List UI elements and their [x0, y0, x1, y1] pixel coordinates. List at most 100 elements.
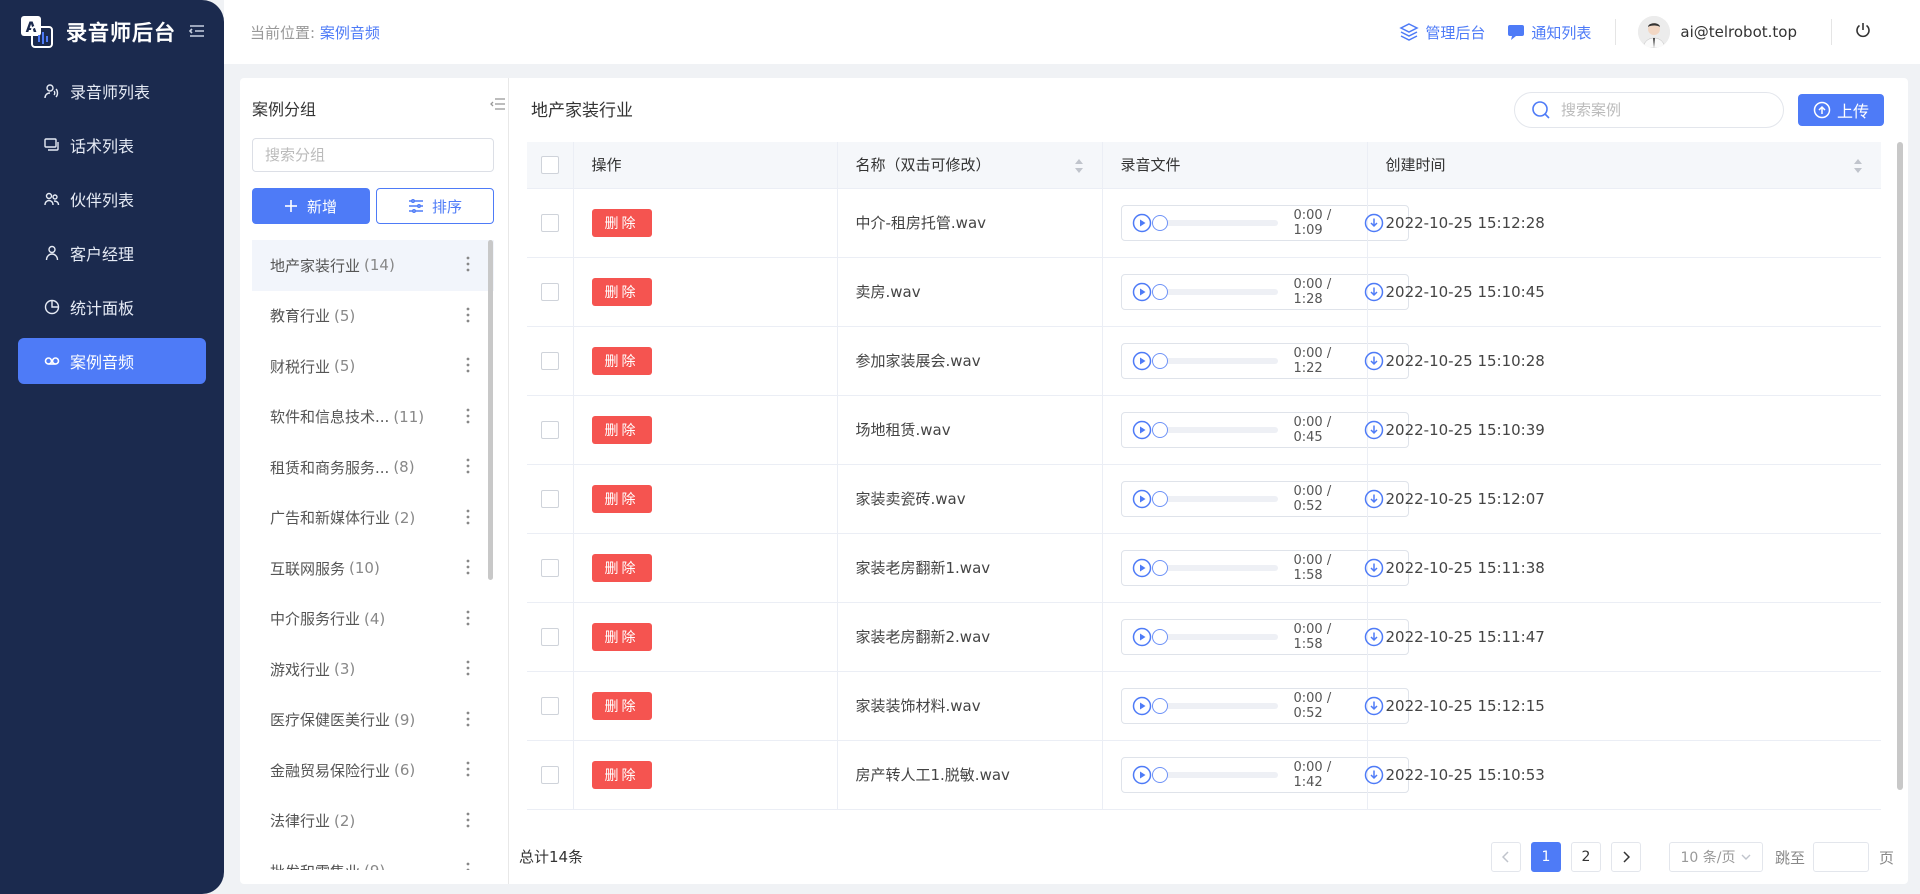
next-page-button[interactable] — [1611, 842, 1641, 872]
more-vertical-icon[interactable] — [466, 761, 470, 777]
row-checkbox[interactable] — [541, 696, 559, 715]
delete-button[interactable]: 删除 — [591, 760, 652, 789]
more-vertical-icon[interactable] — [466, 256, 470, 272]
group-item[interactable]: 游戏行业 (3) — [252, 644, 494, 695]
row-checkbox[interactable] — [541, 351, 559, 370]
play-icon[interactable] — [1132, 420, 1152, 440]
row-checkbox[interactable] — [541, 558, 559, 577]
audio-progress-knob[interactable] — [1151, 421, 1168, 438]
group-item[interactable]: 广告和新媒体行业 (2) — [252, 493, 494, 544]
play-icon[interactable] — [1132, 627, 1152, 647]
more-vertical-icon[interactable] — [466, 711, 470, 727]
audio-progress-bar[interactable] — [1151, 766, 1278, 783]
sort-caret-icon[interactable] — [1853, 158, 1863, 174]
more-vertical-icon[interactable] — [466, 660, 470, 676]
row-name-cell[interactable]: 卖房.wav — [837, 257, 1103, 327]
column-header-name[interactable]: 名称（双击可修改） — [837, 142, 1103, 189]
play-icon[interactable] — [1132, 765, 1152, 785]
more-vertical-icon[interactable] — [466, 610, 470, 626]
sidebar-item-scripts[interactable]: 话术列表 — [18, 122, 206, 168]
audio-progress-knob[interactable] — [1151, 490, 1168, 507]
sidebar-item-case-audio[interactable]: 案例音频 — [18, 338, 206, 384]
sidebar-item-managers[interactable]: 客户经理 — [18, 230, 206, 276]
upload-button[interactable]: 上传 — [1798, 94, 1884, 126]
group-item[interactable]: 互联网服务 (10) — [252, 543, 494, 594]
delete-button[interactable]: 删除 — [591, 208, 652, 237]
play-icon[interactable] — [1132, 213, 1152, 233]
row-name-cell[interactable]: 场地租赁.wav — [837, 395, 1103, 465]
group-search-input[interactable] — [252, 138, 494, 172]
notice-link[interactable]: 通知列表 — [1507, 22, 1591, 43]
menu-collapse-icon[interactable] — [188, 22, 206, 40]
power-icon[interactable] — [1854, 21, 1872, 43]
jump-page-input[interactable] — [1813, 842, 1870, 872]
group-scrollbar[interactable] — [488, 240, 493, 580]
row-checkbox[interactable] — [541, 627, 559, 646]
sidebar-item-partners[interactable]: 伙伴列表 — [18, 176, 206, 222]
row-checkbox[interactable] — [541, 282, 559, 301]
page-button-2[interactable]: 2 — [1571, 842, 1601, 872]
delete-button[interactable]: 删除 — [591, 622, 652, 651]
play-icon[interactable] — [1132, 351, 1152, 371]
more-vertical-icon[interactable] — [466, 509, 470, 525]
delete-button[interactable]: 删除 — [591, 277, 652, 306]
play-icon[interactable] — [1132, 282, 1152, 302]
group-item[interactable]: 医疗保健医美行业 (9) — [252, 695, 494, 746]
download-icon[interactable] — [1364, 351, 1384, 371]
row-name-cell[interactable]: 房产转人工1.脱敏.wav — [837, 740, 1103, 810]
download-icon[interactable] — [1364, 696, 1384, 716]
sidebar-item-recorders[interactable]: 录音师列表 — [18, 68, 206, 114]
more-vertical-icon[interactable] — [466, 408, 470, 424]
audio-progress-bar[interactable] — [1151, 628, 1278, 645]
audio-progress-knob[interactable] — [1151, 283, 1168, 300]
download-icon[interactable] — [1364, 627, 1384, 647]
sort-groups-button[interactable]: 排序 — [376, 188, 494, 224]
admin-link[interactable]: 管理后台 — [1399, 22, 1485, 43]
audio-progress-knob[interactable] — [1151, 559, 1168, 576]
page-button-1[interactable]: 1 — [1531, 842, 1561, 872]
download-icon[interactable] — [1364, 765, 1384, 785]
group-item[interactable]: 教育行业 (5) — [252, 291, 494, 342]
group-item[interactable]: 租赁和商务服务... (8) — [252, 442, 494, 493]
user-menu[interactable]: ai@telrobot.top — [1638, 16, 1797, 48]
audio-progress-bar[interactable] — [1151, 214, 1278, 231]
column-header-created[interactable]: 创建时间 — [1367, 142, 1881, 189]
row-name-cell[interactable]: 家装卖瓷砖.wav — [837, 464, 1103, 534]
group-item[interactable]: 软件和信息技术... (11) — [252, 392, 494, 443]
more-vertical-icon[interactable] — [466, 458, 470, 474]
delete-button[interactable]: 删除 — [591, 484, 652, 513]
group-item[interactable]: 地产家装行业 (14) — [252, 240, 494, 291]
play-icon[interactable] — [1132, 558, 1152, 578]
case-search[interactable] — [1514, 92, 1784, 128]
more-vertical-icon[interactable] — [466, 559, 470, 575]
row-name-cell[interactable]: 家装老房翻新1.wav — [837, 533, 1103, 603]
delete-button[interactable]: 删除 — [591, 415, 652, 444]
row-name-cell[interactable]: 家装老房翻新2.wav — [837, 602, 1103, 672]
select-all-checkbox[interactable] — [541, 156, 559, 174]
download-icon[interactable] — [1364, 420, 1384, 440]
delete-button[interactable]: 删除 — [591, 691, 652, 720]
row-checkbox[interactable] — [541, 420, 559, 439]
more-vertical-icon[interactable] — [466, 862, 470, 870]
download-icon[interactable] — [1364, 282, 1384, 302]
row-checkbox[interactable] — [541, 489, 559, 508]
breadcrumb-current[interactable]: 案例音频 — [320, 24, 380, 42]
audio-progress-knob[interactable] — [1151, 352, 1168, 369]
add-group-button[interactable]: 新增 — [252, 188, 370, 224]
case-search-input[interactable] — [1561, 101, 1761, 119]
row-name-cell[interactable]: 中介-租房托管.wav — [837, 188, 1103, 258]
audio-progress-bar[interactable] — [1151, 559, 1278, 576]
row-checkbox[interactable] — [541, 765, 559, 784]
delete-button[interactable]: 删除 — [591, 553, 652, 582]
more-vertical-icon[interactable] — [466, 812, 470, 828]
audio-progress-knob[interactable] — [1151, 628, 1168, 645]
more-vertical-icon[interactable] — [466, 357, 470, 373]
audio-progress-knob[interactable] — [1151, 214, 1168, 231]
more-vertical-icon[interactable] — [466, 307, 470, 323]
prev-page-button[interactable] — [1491, 842, 1521, 872]
play-icon[interactable] — [1132, 489, 1152, 509]
audio-progress-bar[interactable] — [1151, 352, 1278, 369]
row-name-cell[interactable]: 家装装饰材料.wav — [837, 671, 1103, 741]
download-icon[interactable] — [1364, 558, 1384, 578]
group-item[interactable]: 法律行业 (2) — [252, 796, 494, 847]
